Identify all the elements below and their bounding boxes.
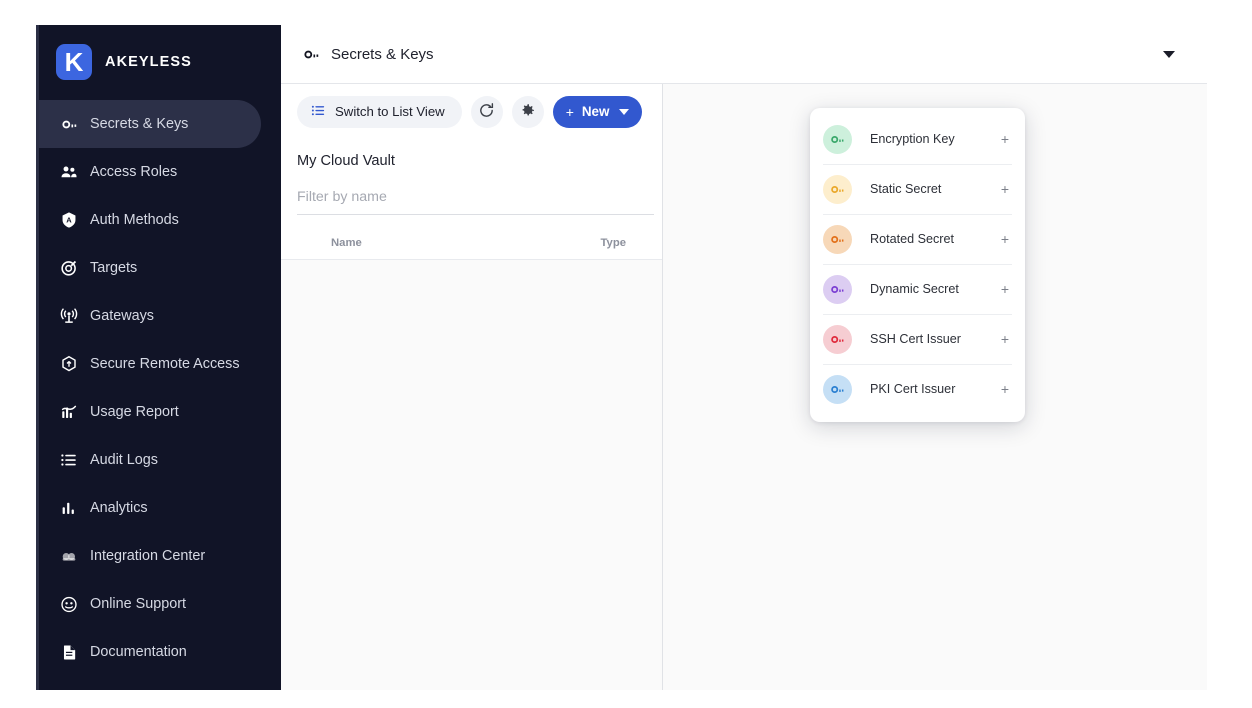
list-view-icon xyxy=(311,103,326,121)
switch-to-list-view-label: Switch to List View xyxy=(335,104,445,119)
document-icon xyxy=(60,643,78,661)
brand-logo[interactable]: K AKEYLESS xyxy=(39,25,281,98)
sidebar-item-label: Audit Logs xyxy=(90,452,159,468)
vault-title: My Cloud Vault xyxy=(297,153,395,169)
usage-chart-icon xyxy=(60,403,78,421)
plus-icon[interactable]: + xyxy=(1001,131,1013,147)
new-button-label: New xyxy=(581,104,610,119)
sidebar-nav: Secrets & Keys Access Roles A Auth Metho… xyxy=(39,98,281,676)
akeyless-logo-icon: K xyxy=(56,43,92,80)
key-icon xyxy=(823,374,852,404)
key-icon xyxy=(823,274,852,304)
new-secret-type-menu: Encryption Key + Static Secret + Rotated… xyxy=(810,108,1025,422)
chevron-down-icon xyxy=(619,108,630,115)
refresh-icon xyxy=(478,102,495,122)
page-title: Secrets & Keys xyxy=(303,46,434,63)
key-icon xyxy=(60,115,78,133)
cloud-icon xyxy=(60,547,78,565)
plus-icon[interactable]: + xyxy=(1001,181,1013,197)
menu-item-label: PKI Cert Issuer xyxy=(870,382,956,396)
sidebar-item-targets[interactable]: Targets xyxy=(39,244,261,292)
key-icon xyxy=(303,46,320,63)
menu-item-label: Static Secret xyxy=(870,182,942,196)
target-icon xyxy=(60,259,78,277)
filter-row xyxy=(281,186,662,215)
sidebar-item-label: Secure Remote Access xyxy=(90,356,240,372)
menu-item-ssh-cert-issuer[interactable]: SSH Cert Issuer + xyxy=(810,314,1025,364)
users-icon xyxy=(60,163,78,181)
key-icon xyxy=(823,124,852,154)
svg-text:A: A xyxy=(66,216,72,225)
sidebar-item-analytics[interactable]: Analytics xyxy=(39,484,261,532)
table-header-row: Name Type xyxy=(281,226,662,260)
sidebar: K AKEYLESS Secrets & Keys Access Roles A xyxy=(36,25,281,690)
sidebar-item-label: Analytics xyxy=(90,500,148,516)
sidebar-item-audit-logs[interactable]: Audit Logs xyxy=(39,436,261,484)
menu-item-label: Rotated Secret xyxy=(870,232,955,246)
plus-icon[interactable]: + xyxy=(1001,231,1013,247)
plus-icon[interactable]: + xyxy=(1001,381,1013,397)
page-title-label: Secrets & Keys xyxy=(331,45,434,63)
sidebar-item-online-support[interactable]: Online Support xyxy=(39,580,261,628)
support-face-icon xyxy=(60,595,78,613)
key-icon xyxy=(823,224,852,254)
sidebar-item-access-roles[interactable]: Access Roles xyxy=(39,148,261,196)
menu-item-label: Dynamic Secret xyxy=(870,282,959,296)
list-icon xyxy=(60,451,78,469)
badge-a-icon: A xyxy=(60,211,78,229)
menu-item-rotated-secret[interactable]: Rotated Secret + xyxy=(810,214,1025,264)
sidebar-item-usage-report[interactable]: Usage Report xyxy=(39,388,261,436)
brand-mark-letter: K xyxy=(64,46,84,77)
hexagon-arrow-icon xyxy=(60,355,78,373)
key-icon xyxy=(823,174,852,204)
sidebar-item-label: Integration Center xyxy=(90,548,206,564)
bar-chart-icon xyxy=(60,499,78,517)
chevron-down-icon[interactable] xyxy=(1163,50,1175,58)
top-header: Secrets & Keys xyxy=(281,25,1207,84)
toolbar: Switch to List View + New xyxy=(281,84,662,139)
sidebar-item-integration-center[interactable]: Integration Center xyxy=(39,532,261,580)
menu-item-pki-cert-issuer[interactable]: PKI Cert Issuer + xyxy=(810,364,1025,414)
menu-item-label: SSH Cert Issuer xyxy=(870,332,961,346)
brand-name: AKEYLESS xyxy=(105,53,192,70)
column-header-type: Type xyxy=(600,236,626,249)
table-body xyxy=(281,260,662,690)
switch-to-list-view-button[interactable]: Switch to List View xyxy=(297,95,462,128)
sidebar-item-label: Targets xyxy=(90,260,138,276)
menu-item-static-secret[interactable]: Static Secret + xyxy=(810,164,1025,214)
sidebar-item-gateways[interactable]: Gateways xyxy=(39,292,261,340)
sidebar-item-label: Secrets & Keys xyxy=(90,116,189,132)
sidebar-item-secrets-keys[interactable]: Secrets & Keys xyxy=(39,100,261,148)
menu-item-encryption-key[interactable]: Encryption Key + xyxy=(810,114,1025,164)
main-area: Secrets & Keys Switch to List View + New… xyxy=(281,25,1207,690)
sidebar-item-label: Auth Methods xyxy=(90,212,179,228)
sidebar-item-label: Documentation xyxy=(90,644,187,660)
gear-icon xyxy=(519,102,536,122)
menu-item-dynamic-secret[interactable]: Dynamic Secret + xyxy=(810,264,1025,314)
content-area: Switch to List View + New My Cloud Vault… xyxy=(281,84,1207,690)
sidebar-item-label: Online Support xyxy=(90,596,186,612)
sidebar-item-label: Gateways xyxy=(90,308,154,324)
plus-icon[interactable]: + xyxy=(1001,281,1013,297)
sidebar-item-documentation[interactable]: Documentation xyxy=(39,628,261,676)
plus-icon[interactable]: + xyxy=(1001,331,1013,347)
sidebar-item-label: Access Roles xyxy=(90,164,178,180)
filter-by-name-input[interactable] xyxy=(297,186,654,215)
column-header-name: Name xyxy=(331,236,362,249)
sidebar-item-label: Usage Report xyxy=(90,404,179,420)
new-button[interactable]: + New xyxy=(552,95,643,128)
settings-button[interactable] xyxy=(511,95,544,128)
vault-list-pane: Switch to List View + New My Cloud Vault… xyxy=(281,84,663,690)
sidebar-item-secure-remote-access[interactable]: Secure Remote Access xyxy=(39,340,261,388)
plus-icon: + xyxy=(565,103,574,120)
refresh-button[interactable] xyxy=(470,95,503,128)
menu-item-label: Encryption Key xyxy=(870,132,955,146)
broadcast-icon xyxy=(60,307,78,325)
app-window: K AKEYLESS Secrets & Keys Access Roles A xyxy=(36,25,1207,690)
sidebar-item-auth-methods[interactable]: A Auth Methods xyxy=(39,196,261,244)
key-icon xyxy=(823,324,852,354)
